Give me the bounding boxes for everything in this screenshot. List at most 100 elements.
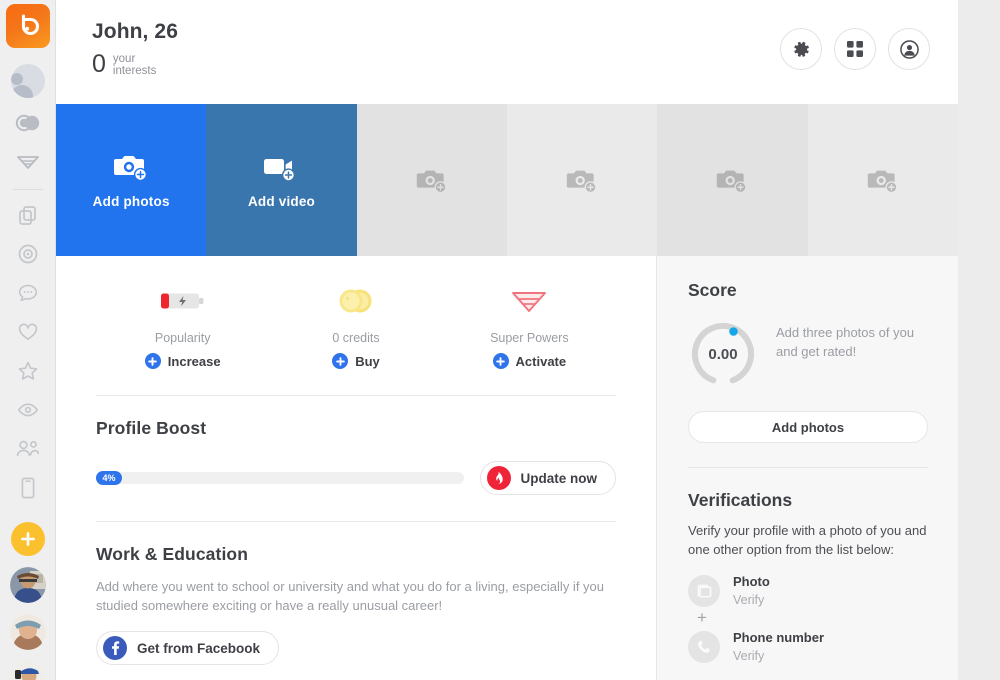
left-content: Popularity Increase 0 credits Buy Super …	[56, 256, 657, 680]
sidebar-item-favourites[interactable]	[0, 318, 55, 346]
app-logo[interactable]	[5, 4, 50, 48]
people-icon	[16, 440, 39, 457]
facebook-icon	[103, 636, 127, 660]
video-plus-icon	[264, 159, 296, 182]
header-actions	[780, 16, 930, 70]
add-button[interactable]	[10, 522, 45, 556]
main-area: John, 26 0 your interests Add photos Add…	[56, 0, 958, 680]
work-education-title: Work & Education	[96, 544, 248, 564]
photo-tiles-row: Add photos Add video	[56, 104, 958, 256]
plus-icon	[332, 353, 349, 369]
score-title: Score	[688, 280, 737, 300]
stat-icon-wrap	[160, 282, 206, 320]
buy-button[interactable]: Buy	[332, 353, 380, 369]
camera-plus-icon	[566, 170, 597, 193]
encounters-circles-icon	[15, 114, 39, 132]
stat-label: 0 credits	[332, 331, 380, 345]
coins-icon	[339, 289, 372, 313]
get-from-facebook-label: Get from Facebook	[137, 640, 261, 656]
plus-icon	[492, 353, 509, 369]
interests-label: your interests	[113, 53, 156, 77]
verify-phone-text: Phone number Verify	[733, 629, 824, 665]
increase-button[interactable]: Increase	[144, 353, 221, 369]
star-icon	[18, 361, 37, 380]
phone-icon	[21, 477, 34, 499]
list-item-contact[interactable]	[9, 567, 46, 603]
verify-item-action: Verify	[733, 593, 765, 607]
list-item-contact[interactable]: BULLS	[9, 661, 46, 680]
sidebar-divider	[12, 189, 43, 190]
sidebar-item-live[interactable]	[0, 240, 55, 268]
sidebar-item-rating[interactable]	[0, 357, 55, 385]
score-row: 0.00 Add three photos of you and get rat…	[688, 319, 928, 389]
gear-icon	[793, 41, 809, 57]
sidebar-item-people-nearby[interactable]	[0, 435, 55, 463]
profile-boost-row: 4% Update now	[96, 461, 616, 495]
add-photos-button[interactable]: Add photos	[688, 411, 928, 443]
get-from-facebook-button[interactable]: Get from Facebook	[96, 631, 280, 665]
update-now-button[interactable]: Update now	[479, 461, 616, 495]
apps-button[interactable]	[834, 28, 876, 70]
verify-item-name: Photo	[733, 574, 770, 589]
stat-label: Popularity	[154, 331, 211, 345]
right-sidebar: Score 0.00 Add three photos of you and g…	[657, 256, 958, 680]
account-circle-icon	[899, 39, 919, 59]
avatar-head	[10, 73, 23, 85]
score-description: Add three photos of you and get rated!	[776, 325, 915, 359]
divider	[96, 521, 616, 522]
stats-row: Popularity Increase 0 credits Buy Super …	[96, 256, 616, 369]
tile-label: Add photos	[92, 194, 170, 209]
avatar-body	[10, 85, 33, 98]
camera-plus-icon	[114, 156, 148, 182]
sidebar-item-chat[interactable]	[0, 279, 55, 307]
interests-summary[interactable]: 0 your interests	[92, 52, 178, 77]
activate-button[interactable]: Activate	[492, 353, 567, 369]
sidebar-item-mobile[interactable]	[0, 474, 55, 502]
progress-value-badge: 4%	[96, 471, 122, 485]
account-button[interactable]	[888, 28, 930, 70]
tile-label: Add video	[247, 194, 316, 209]
profile-boost-progress: 4%	[96, 471, 464, 485]
sidebar-item-profile-avatar[interactable]	[10, 64, 45, 98]
tile-empty-photo-6[interactable]	[807, 104, 958, 256]
header-identity: John, 26 0 your interests	[92, 16, 178, 77]
content-split: Popularity Increase 0 credits Buy Super …	[56, 256, 958, 680]
target-icon	[18, 244, 37, 264]
camera-plus-icon	[867, 170, 898, 193]
battery-low-icon	[160, 293, 204, 309]
verify-photo-row[interactable]: Photo Verify	[688, 573, 928, 609]
verifications-description: Verify your profile with a photo of you …	[688, 523, 927, 557]
divider	[96, 395, 616, 396]
left-sidebar: BULLS	[0, 0, 56, 680]
profile-header: John, 26 0 your interests	[56, 0, 958, 104]
superpowers-diamond-icon	[512, 292, 547, 312]
tile-empty-photo-4[interactable]	[506, 104, 658, 256]
avatar: BULLS	[9, 661, 46, 680]
sidebar-item-photos[interactable]	[0, 201, 55, 229]
camera-plus-icon	[416, 170, 447, 193]
tile-add-video[interactable]: Add video	[206, 104, 357, 256]
sidebar-item-visitors[interactable]	[0, 396, 55, 424]
tile-empty-photo-3[interactable]	[356, 104, 507, 256]
diamond-icon	[16, 156, 39, 169]
stat-action-label: Increase	[167, 353, 221, 369]
stat-action-label: Buy	[355, 353, 380, 369]
stat-action-label: Activate	[515, 353, 567, 369]
sidebar-item-superpowers[interactable]	[0, 148, 55, 176]
stat-credits: 0 credits Buy	[269, 282, 442, 369]
photo-icon	[688, 575, 720, 607]
settings-button[interactable]	[780, 28, 822, 70]
score-ring: 0.00	[688, 319, 758, 389]
list-item-contact[interactable]	[9, 614, 46, 650]
avatar	[9, 614, 46, 650]
tile-empty-photo-5[interactable]	[657, 104, 808, 256]
stat-super-powers: Super Powers Activate	[443, 282, 616, 369]
sidebar-item-encounters[interactable]	[0, 109, 55, 137]
progress-track	[96, 472, 464, 484]
app-window: BULLS	[0, 0, 1000, 680]
stat-icon-wrap	[509, 282, 549, 320]
tile-add-photos[interactable]: Add photos	[56, 104, 207, 256]
page-title: John, 26	[92, 20, 178, 43]
verify-phone-row[interactable]: Phone number Verify	[688, 629, 928, 665]
update-now-label: Update now	[520, 470, 598, 486]
